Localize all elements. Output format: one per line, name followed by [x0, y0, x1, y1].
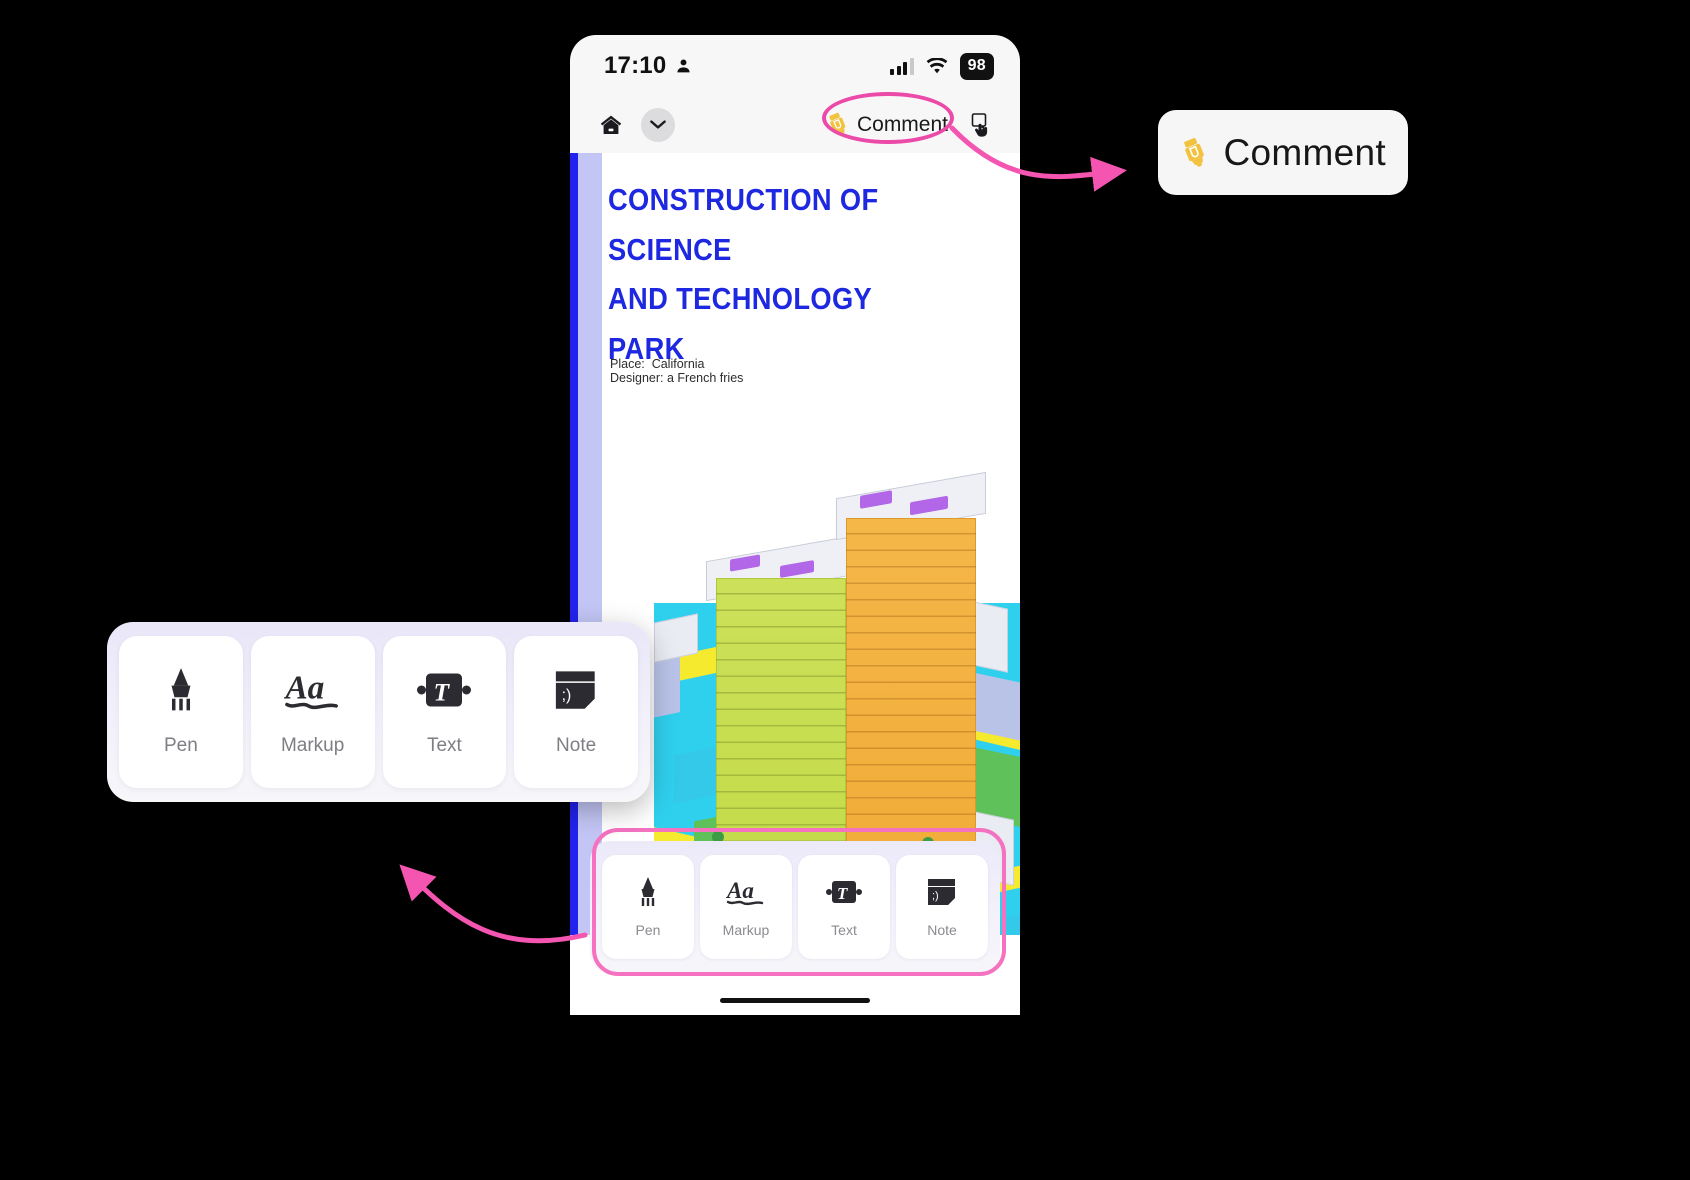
page-meta: Place: California Designer: a French fri…: [610, 357, 743, 386]
person-icon: [677, 59, 690, 73]
svg-text:;): ;): [932, 890, 939, 902]
svg-text:Aa: Aa: [726, 878, 754, 903]
svg-text:Aa: Aa: [284, 670, 324, 707]
toolbar-item-text[interactable]: T Text: [798, 855, 890, 959]
home-icon: [600, 115, 622, 134]
note-icon: ;): [553, 667, 599, 713]
text-t-icon: T: [417, 667, 472, 713]
designer-value: a French fries: [666, 371, 744, 386]
callout-toolbar-item-label: Note: [556, 735, 597, 756]
callout-toolbar-item-label: Pen: [163, 735, 198, 756]
annotation-toolbar: Pen Aa Markup T Text ;) Note: [590, 841, 1000, 973]
screenshot-stage: 17:10 98 Comment CONSTRUCTION OF SCIENCE…: [0, 0, 1690, 1180]
comment-button[interactable]: Comment: [826, 112, 948, 138]
page-title-line-1: CONSTRUCTION OF SCIENCE: [608, 182, 879, 267]
page-accent-bar-light: [578, 153, 602, 935]
hand-tool-icon: [971, 113, 988, 137]
toolbar-item-label: Pen: [635, 922, 661, 938]
callout-toolbar-item-text[interactable]: T Text: [382, 636, 507, 788]
svg-text:T: T: [434, 678, 451, 707]
phone-frame: 17:10 98 Comment CONSTRUCTION OF SCIENCE…: [570, 35, 1020, 1015]
page-meta-place: Place: California: [610, 357, 743, 371]
chevron-down-button[interactable]: [641, 108, 675, 142]
page-meta-designer: Designer: a French fries: [610, 371, 743, 385]
place-label: Place:: [610, 357, 645, 371]
home-indicator: [720, 998, 870, 1003]
svg-text:;): ;): [562, 687, 572, 704]
arrow-to-toolbar-callout: [399, 864, 588, 944]
callout-toolbar-item-pen[interactable]: Pen: [119, 636, 243, 788]
toolbar-item-label: Note: [927, 922, 957, 938]
toolbar-item-pen[interactable]: Pen: [602, 855, 694, 959]
background-building: [654, 656, 680, 722]
callout-toolbar-item-markup[interactable]: Aa Markup: [250, 636, 375, 788]
battery-badge: 98: [959, 52, 994, 80]
nav-right-group: Comment: [826, 108, 998, 142]
designer-label: Designer:: [610, 371, 664, 386]
app-nav-bar: Comment: [570, 97, 1020, 153]
status-time: 17:10: [604, 52, 667, 79]
toolbar-item-label: Text: [831, 922, 857, 938]
markup-aa-icon: Aa: [726, 876, 766, 908]
document-page: CONSTRUCTION OF SCIENCE AND TECHNOLOGY P…: [570, 153, 1020, 935]
callout-toolbar-item-label: Text: [426, 735, 462, 756]
page-accent-bar: [570, 153, 578, 935]
toolbar-item-note[interactable]: ;) Note: [896, 855, 988, 959]
highlighter-pen-icon: [829, 112, 846, 137]
home-button[interactable]: [594, 108, 628, 142]
nav-left-group: [594, 108, 675, 142]
callout-toolbar-item-label: Markup: [280, 735, 345, 756]
pencil-icon: [165, 667, 197, 713]
cellular-signal-icon: [890, 57, 914, 75]
toolbar-item-label: Markup: [722, 922, 770, 938]
comment-button-label: Comment: [856, 113, 948, 136]
markup-aa-icon: Aa: [284, 667, 342, 713]
status-bar-right: 98: [890, 52, 994, 80]
page-title: CONSTRUCTION OF SCIENCE AND TECHNOLOGY P…: [608, 175, 942, 373]
status-bar: 17:10 98: [570, 35, 1020, 97]
chevron-down-icon: [650, 120, 666, 129]
callout-comment-label: Comment: [1223, 131, 1386, 173]
wifi-icon: [926, 57, 947, 73]
document-viewer[interactable]: CONSTRUCTION OF SCIENCE AND TECHNOLOGY P…: [570, 153, 1020, 1015]
toolbar-item-markup[interactable]: Aa Markup: [700, 855, 792, 959]
hand-tool-button[interactable]: [964, 108, 998, 142]
note-icon: ;): [926, 876, 958, 908]
callout-annotation-toolbar: Pen Aa Markup T Text ;) Note: [107, 622, 650, 802]
place-value: California: [651, 357, 705, 371]
text-t-icon: T: [826, 876, 862, 908]
callout-comment: Comment: [1158, 110, 1408, 195]
pencil-icon: [637, 876, 659, 908]
highlighter-pen-icon: [1184, 137, 1204, 167]
status-bar-left: 17:10: [604, 52, 692, 80]
svg-text:T: T: [837, 884, 848, 903]
callout-toolbar-item-note[interactable]: ;) Note: [514, 636, 638, 788]
